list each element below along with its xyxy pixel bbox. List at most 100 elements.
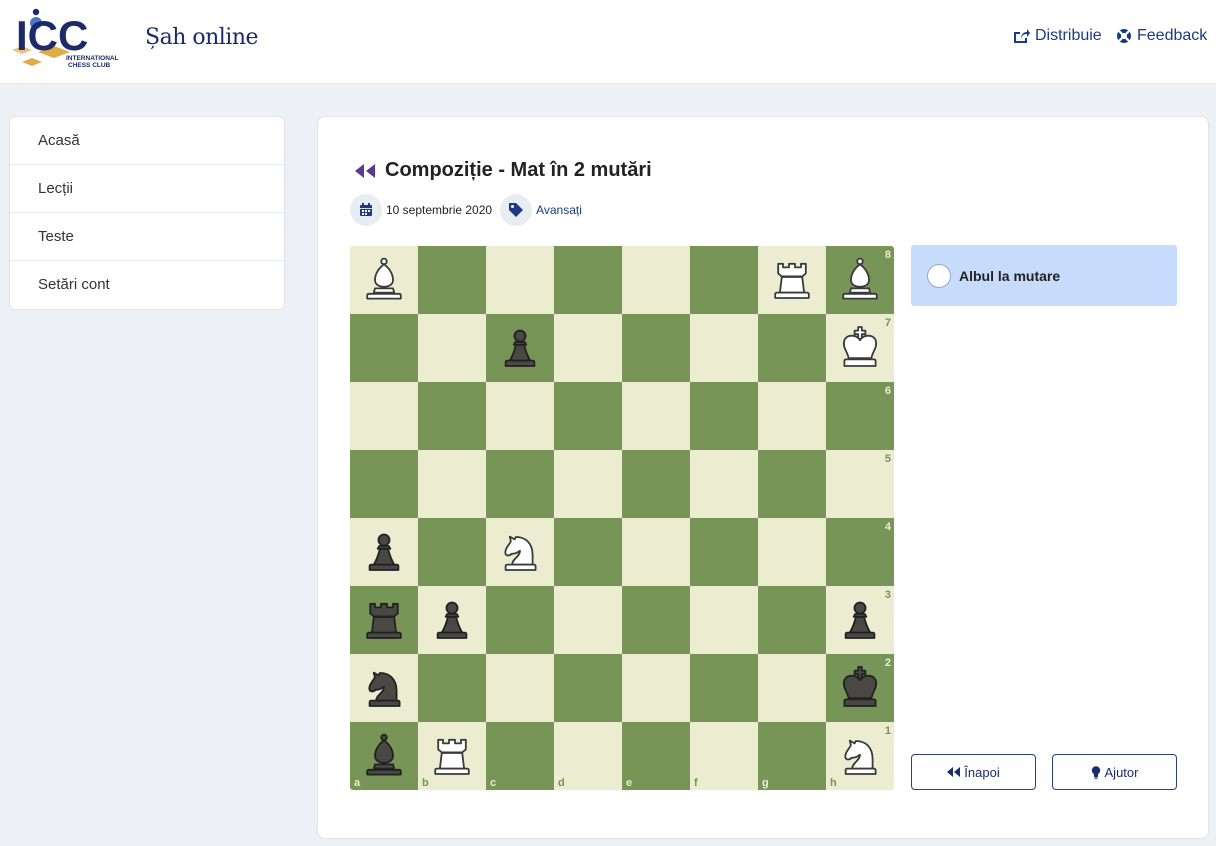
square-h7[interactable]: 7 (826, 314, 894, 382)
black-pawn-icon[interactable] (833, 593, 887, 647)
white-rook-icon[interactable] (765, 253, 819, 307)
square-h6[interactable]: 6 (826, 382, 894, 450)
square-h4[interactable]: 4 (826, 518, 894, 586)
top-header: ICC INTERNATIONAL CHESS CLUB Șah online … (0, 0, 1216, 84)
square-a1[interactable]: a (350, 722, 418, 790)
square-b5[interactable] (418, 450, 486, 518)
square-f1[interactable]: f (690, 722, 758, 790)
white-knight-icon[interactable] (493, 525, 547, 579)
turn-color-circle (927, 263, 951, 288)
sidebar-item-lessons[interactable]: Lecții (10, 165, 284, 213)
back-button[interactable]: Înapoi (911, 754, 1036, 790)
sidebar-item-home[interactable]: Acasă (10, 117, 284, 165)
black-pawn-icon[interactable] (357, 525, 411, 579)
square-g1[interactable]: g (758, 722, 826, 790)
square-g7[interactable] (758, 314, 826, 382)
puzzle-level[interactable]: Avansați (536, 203, 582, 217)
square-e3[interactable] (622, 586, 690, 654)
sidebar-item-tests[interactable]: Teste (10, 213, 284, 261)
black-bishop-icon[interactable] (357, 729, 411, 783)
square-a6[interactable] (350, 382, 418, 450)
square-h5[interactable]: 5 (826, 450, 894, 518)
square-b1[interactable]: b (418, 722, 486, 790)
square-g8[interactable] (758, 246, 826, 314)
double-chevron-left-icon[interactable] (354, 163, 376, 179)
square-d2[interactable] (554, 654, 622, 722)
calendar-icon (360, 203, 372, 216)
square-e8[interactable] (622, 246, 690, 314)
white-bishop-icon[interactable] (357, 253, 411, 307)
square-g3[interactable] (758, 586, 826, 654)
square-a4[interactable] (350, 518, 418, 586)
square-a8[interactable] (350, 246, 418, 314)
title-row: Compoziție - Mat în 2 mutări (354, 159, 652, 182)
square-d3[interactable] (554, 586, 622, 654)
feedback-label: Feedback (1137, 27, 1208, 44)
share-button[interactable]: Distribuie (1012, 27, 1102, 45)
square-d8[interactable] (554, 246, 622, 314)
square-g6[interactable] (758, 382, 826, 450)
square-c3[interactable] (486, 586, 554, 654)
square-a2[interactable] (350, 654, 418, 722)
square-f3[interactable] (690, 586, 758, 654)
square-b4[interactable] (418, 518, 486, 586)
white-rook-icon[interactable] (425, 729, 479, 783)
black-knight-icon[interactable] (357, 661, 411, 715)
icc-logo[interactable]: ICC INTERNATIONAL CHESS CLUB (8, 4, 140, 70)
square-f2[interactable] (690, 654, 758, 722)
square-f7[interactable] (690, 314, 758, 382)
square-c8[interactable] (486, 246, 554, 314)
double-chevron-left-icon (947, 767, 961, 777)
square-b3[interactable] (418, 586, 486, 654)
black-rook-icon[interactable] (357, 593, 411, 647)
help-button[interactable]: Ajutor (1052, 754, 1177, 790)
square-d4[interactable] (554, 518, 622, 586)
file-label: f (694, 777, 698, 789)
square-a5[interactable] (350, 450, 418, 518)
square-c5[interactable] (486, 450, 554, 518)
square-d7[interactable] (554, 314, 622, 382)
square-e5[interactable] (622, 450, 690, 518)
square-e6[interactable] (622, 382, 690, 450)
square-b7[interactable] (418, 314, 486, 382)
square-d5[interactable] (554, 450, 622, 518)
white-knight-icon[interactable] (833, 729, 887, 783)
feedback-button[interactable]: Feedback (1116, 27, 1207, 45)
square-e7[interactable] (622, 314, 690, 382)
puzzle-date: 10 septembrie 2020 (386, 203, 493, 217)
square-h1[interactable]: 1h (826, 722, 894, 790)
black-pawn-icon[interactable] (425, 593, 479, 647)
black-pawn-icon[interactable] (493, 321, 547, 375)
square-a7[interactable] (350, 314, 418, 382)
square-c7[interactable] (486, 314, 554, 382)
square-c1[interactable]: c (486, 722, 554, 790)
black-king-icon[interactable] (833, 661, 887, 715)
square-c4[interactable] (486, 518, 554, 586)
square-e1[interactable]: e (622, 722, 690, 790)
square-d1[interactable]: d (554, 722, 622, 790)
square-b2[interactable] (418, 654, 486, 722)
square-b8[interactable] (418, 246, 486, 314)
chess-board[interactable]: 87 6 5 4 32 abc d e f g 1h (350, 246, 894, 790)
square-g5[interactable] (758, 450, 826, 518)
square-b6[interactable] (418, 382, 486, 450)
square-c6[interactable] (486, 382, 554, 450)
white-king-icon[interactable] (833, 321, 887, 375)
square-h2[interactable]: 2 (826, 654, 894, 722)
sidebar-item-account-settings[interactable]: Setări cont (10, 261, 284, 309)
site-title[interactable]: Șah online (145, 25, 259, 50)
square-e4[interactable] (622, 518, 690, 586)
square-c2[interactable] (486, 654, 554, 722)
square-f6[interactable] (690, 382, 758, 450)
square-f5[interactable] (690, 450, 758, 518)
square-a3[interactable] (350, 586, 418, 654)
square-g4[interactable] (758, 518, 826, 586)
white-bishop-icon[interactable] (833, 253, 887, 307)
square-h3[interactable]: 3 (826, 586, 894, 654)
square-d6[interactable] (554, 382, 622, 450)
square-f4[interactable] (690, 518, 758, 586)
square-g2[interactable] (758, 654, 826, 722)
square-e2[interactable] (622, 654, 690, 722)
square-f8[interactable] (690, 246, 758, 314)
square-h8[interactable]: 8 (826, 246, 894, 314)
